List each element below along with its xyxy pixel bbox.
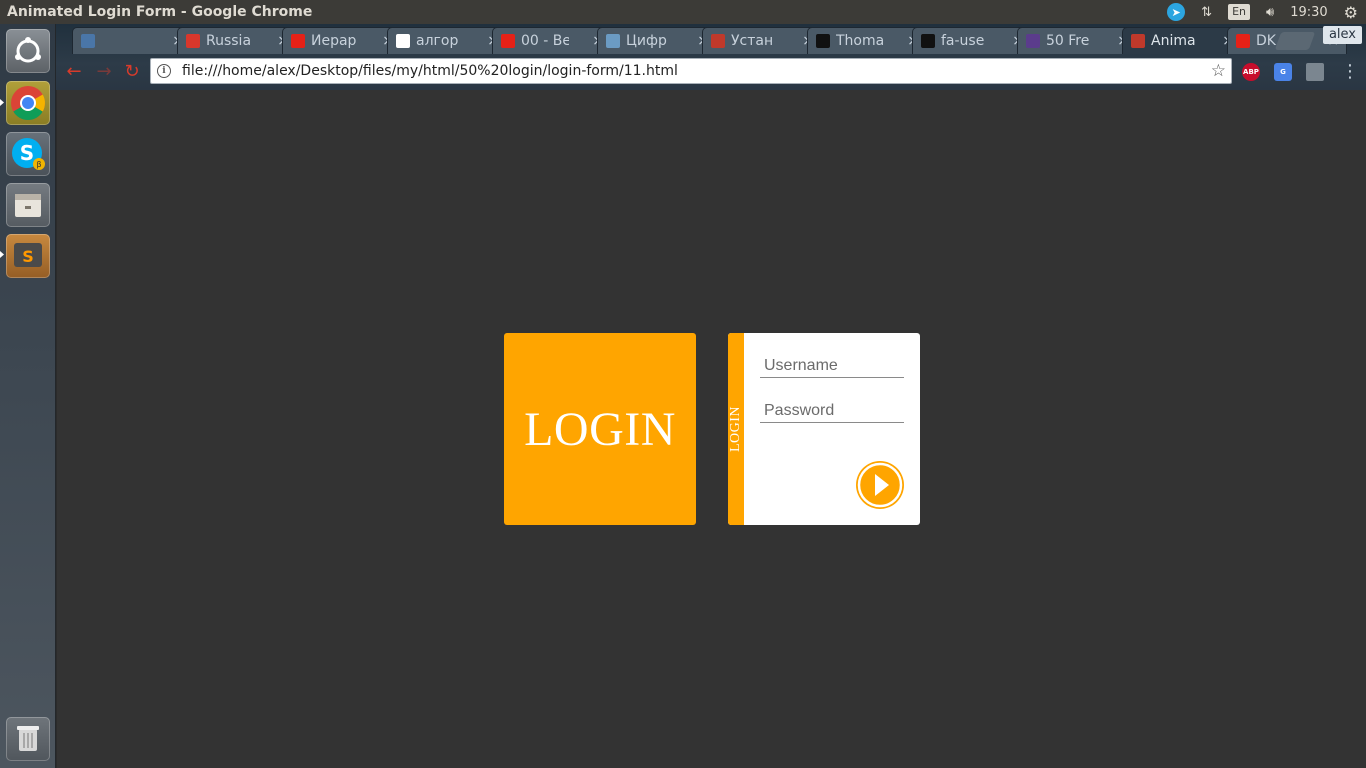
browser-frame: ×Russia×Иерар×алгор×00 - Ве×Цифр×Устан×T…	[56, 24, 1366, 90]
tab-1[interactable]: Russia×	[177, 27, 297, 54]
colorlib-icon	[1026, 34, 1040, 48]
tab-label: 00 - Ве	[521, 33, 569, 49]
login-title: LOGIN	[524, 402, 676, 456]
tab-strip: ×Russia×Иерар×алгор×00 - Ве×Цифр×Устан×T…	[56, 24, 1366, 54]
github-icon	[816, 34, 830, 48]
dx-icon	[186, 34, 200, 48]
tab-label: Устан	[731, 33, 774, 49]
vk-icon	[81, 34, 95, 48]
chrome-icon[interactable]	[6, 81, 50, 125]
form-side-strip: LOGIN	[728, 333, 744, 525]
running-indicator	[0, 99, 4, 106]
forward-arrow-icon[interactable]: →	[94, 62, 114, 82]
tab-6[interactable]: Устан×	[702, 27, 822, 54]
url-text[interactable]: file:///home/alex/Desktop/files/my/html/…	[182, 63, 678, 79]
window-title: Animated Login Form - Google Chrome	[7, 4, 313, 20]
svg-text:S: S	[20, 141, 34, 165]
network-icon[interactable]: ⇅	[1201, 0, 1212, 24]
settings-gear-icon[interactable]: ⚙	[1344, 0, 1358, 24]
tab-label: Цифр	[626, 33, 667, 49]
youtube-icon	[501, 34, 515, 48]
google-translate-icon[interactable]: G	[1274, 63, 1292, 81]
tab-label: алгор	[416, 33, 459, 49]
svg-text:β: β	[36, 160, 41, 169]
browser-toolbar: ← → ↻ i file:///home/alex/Desktop/files/…	[56, 54, 1366, 90]
profile-button[interactable]: alex	[1322, 26, 1362, 44]
tab-label: fa-use	[941, 33, 985, 49]
tab-5[interactable]: Цифр×	[597, 27, 717, 54]
google-icon	[396, 34, 410, 48]
tab-label: Russia	[206, 33, 252, 49]
telegram-icon[interactable]: ➤	[1167, 3, 1186, 21]
clock[interactable]: 19:30	[1290, 0, 1327, 24]
play-arrow-icon	[857, 462, 903, 508]
keyboard-layout-indicator[interactable]: En	[1228, 4, 1250, 20]
loading-icon	[1131, 34, 1145, 48]
address-bar[interactable]: i file:///home/alex/Desktop/files/my/htm…	[150, 58, 1232, 84]
tab-label: 50 Fre	[1046, 33, 1090, 49]
new-tab-button[interactable]	[1274, 32, 1316, 50]
running-indicator	[0, 251, 4, 258]
sublime-text-icon[interactable]: S	[6, 234, 50, 278]
login-form: LOGIN	[728, 333, 920, 525]
tab-label: Thoma	[836, 33, 884, 49]
password-input[interactable]	[760, 399, 904, 423]
ruby-icon	[711, 34, 725, 48]
menu-icon[interactable]: ⋮	[1340, 62, 1360, 82]
skype-icon[interactable]: Sβ	[6, 132, 50, 176]
youtube-icon	[291, 34, 305, 48]
file-manager-icon[interactable]	[6, 183, 50, 227]
bookmark-star-icon[interactable]: ☆	[1211, 61, 1226, 81]
back-arrow-icon[interactable]: ←	[64, 62, 84, 82]
tab-9[interactable]: 50 Fre×	[1017, 27, 1137, 54]
submit-button[interactable]	[856, 461, 904, 509]
info-icon[interactable]: i	[157, 64, 171, 78]
tab-label: Иерар	[311, 33, 357, 49]
adblock-plus-icon[interactable]: ABP	[1242, 63, 1260, 81]
tab-2[interactable]: Иерар×	[282, 27, 402, 54]
trash-icon[interactable]	[6, 717, 50, 761]
top-panel: Animated Login Form - Google Chrome ➤ ⇅ …	[0, 0, 1366, 24]
tab-10[interactable]: Anima×	[1122, 27, 1242, 54]
tab-3[interactable]: алгор×	[387, 27, 507, 54]
tab-8[interactable]: fa-use×	[912, 27, 1032, 54]
youtube-icon	[1236, 34, 1250, 48]
form-strip-label: LOGIN	[728, 405, 743, 453]
dash-home-icon[interactable]	[6, 29, 50, 73]
tab-label: Anima	[1151, 33, 1196, 49]
flag-icon	[921, 34, 935, 48]
tab-7[interactable]: Thoma×	[807, 27, 927, 54]
login-title-tile: LOGIN	[504, 333, 696, 525]
tab-4[interactable]: 00 - Ве×	[492, 27, 612, 54]
h-icon	[606, 34, 620, 48]
svg-text:S: S	[22, 247, 34, 266]
launcher: Sβ S	[0, 24, 56, 768]
username-input[interactable]	[760, 354, 904, 378]
page-content: LOGIN LOGIN	[57, 90, 1366, 768]
color-picker-icon[interactable]	[1306, 63, 1324, 81]
volume-icon[interactable]: 🔊︎	[1266, 0, 1274, 24]
tab-0[interactable]: ×	[72, 27, 192, 54]
system-tray: ➤ ⇅ En 🔊︎ 19:30 ⚙	[1159, 0, 1366, 24]
reload-icon[interactable]: ↻	[122, 62, 142, 82]
